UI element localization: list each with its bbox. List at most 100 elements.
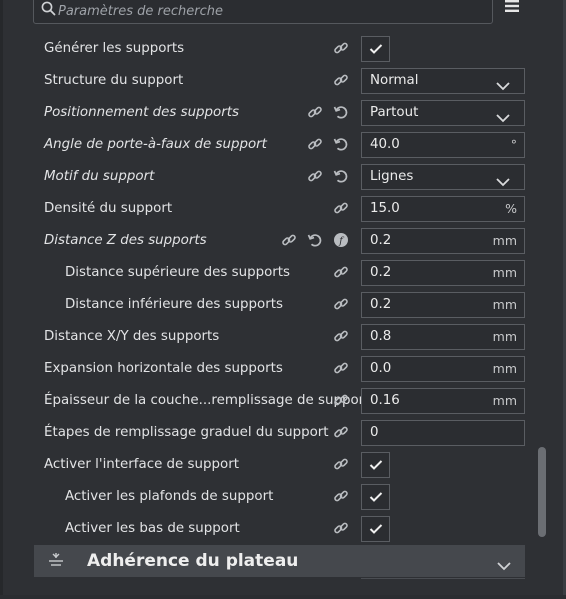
setting-value: Normal	[370, 73, 419, 88]
setting-select[interactable]: Lignes	[361, 164, 525, 190]
link-icon[interactable]	[333, 392, 351, 410]
setting-label: Activer l'interface de support	[44, 457, 239, 472]
setting-input[interactable]: 0.16 mm	[361, 388, 525, 414]
setting-row: Épaisseur de la couche...remplissage de …	[0, 385, 540, 417]
setting-label: Activer les bas de support	[65, 521, 240, 536]
setting-input[interactable]: 0.2 mm	[361, 292, 525, 318]
setting-unit: mm	[492, 265, 517, 280]
setting-label: Épaisseur de la couche...remplissage de …	[44, 393, 370, 408]
link-icon[interactable]	[333, 520, 351, 538]
setting-label: Activer les plafonds de support	[65, 489, 274, 504]
reset-icon[interactable]	[333, 168, 351, 186]
setting-checkbox[interactable]	[361, 452, 390, 478]
setting-checkbox[interactable]	[361, 516, 390, 542]
link-icon[interactable]	[333, 360, 351, 378]
setting-value: 0.0	[370, 361, 392, 376]
section-title: Adhérence du plateau	[87, 551, 299, 571]
chevron-down-icon	[496, 172, 510, 191]
link-icon[interactable]	[333, 296, 351, 314]
setting-row: Structure du support Normal	[0, 65, 540, 97]
setting-value: 0.16	[370, 393, 400, 408]
setting-unit: mm	[492, 361, 517, 376]
setting-value: Lignes	[370, 169, 414, 184]
setting-label: Distance Z des supports	[44, 233, 207, 248]
link-icon[interactable]	[307, 168, 325, 186]
setting-value: 0.2	[370, 233, 392, 248]
setting-checkbox[interactable]	[361, 36, 390, 62]
setting-row: Densité du support 15.0%	[0, 193, 540, 225]
setting-unit: mm	[492, 297, 517, 312]
setting-row: Positionnement des supports Partout	[0, 97, 540, 129]
setting-select[interactable]: Partout	[361, 100, 525, 126]
setting-row: Étapes de remplissage graduel du support…	[0, 417, 540, 449]
search-box[interactable]	[33, 0, 493, 24]
setting-input[interactable]: 0.8 mm	[361, 324, 525, 350]
setting-value: 0.2	[370, 297, 392, 312]
setting-value: 40.0	[370, 137, 400, 152]
setting-row: Motif du support Lignes	[0, 161, 540, 193]
setting-value: Partout	[370, 105, 419, 120]
setting-unit: °	[510, 137, 517, 152]
setting-label: Générer les supports	[44, 41, 185, 56]
setting-value: 0.8	[370, 329, 392, 344]
reset-icon[interactable]	[333, 104, 351, 122]
setting-input[interactable]: 0.2 mm	[361, 228, 525, 254]
link-icon[interactable]	[333, 264, 351, 282]
setting-input[interactable]: 0	[361, 420, 525, 446]
setting-unit: mm	[492, 393, 517, 408]
setting-unit: %	[505, 201, 517, 216]
link-icon[interactable]	[333, 40, 351, 58]
setting-label: Expansion horizontale des supports	[44, 361, 283, 376]
setting-label: Positionnement des supports	[44, 105, 239, 120]
setting-label: Distance supérieure des supports	[65, 265, 291, 280]
chevron-down-icon	[496, 108, 510, 127]
menu-icon[interactable]	[504, 0, 524, 18]
chevron-down-icon	[496, 76, 510, 95]
setting-row: Distance Z des supports f 0.2 mm	[0, 225, 540, 257]
link-icon[interactable]	[333, 328, 351, 346]
setting-value: 15.0	[370, 201, 400, 216]
link-icon[interactable]	[307, 104, 325, 122]
setting-label: Angle de porte-à-faux de support	[44, 137, 267, 152]
link-icon[interactable]	[333, 424, 351, 442]
setting-label: Densité du support	[44, 201, 173, 216]
setting-label: Étapes de remplissage graduel du support	[44, 425, 329, 440]
setting-row: Distance X/Y des supports 0.8 mm	[0, 321, 540, 353]
link-icon[interactable]	[281, 232, 299, 250]
setting-value: 0.2	[370, 265, 392, 280]
bed-adhesion-icon	[47, 553, 65, 573]
setting-label: Structure du support	[44, 73, 184, 88]
setting-input[interactable]: 40.0 °	[361, 132, 525, 158]
setting-row: Distance inférieure des supports 0.2 mm	[0, 289, 540, 321]
search-input[interactable]	[56, 0, 480, 23]
search-icon	[41, 1, 56, 20]
setting-value: 0	[370, 425, 379, 440]
scrollbar-thumb[interactable]	[538, 447, 546, 537]
function-icon[interactable]: f	[333, 232, 351, 250]
setting-row: Activer l'interface de support	[0, 449, 540, 481]
setting-row: Activer les plafonds de support	[0, 481, 540, 513]
reset-icon[interactable]	[307, 232, 325, 250]
setting-label: Distance X/Y des supports	[44, 329, 220, 344]
setting-select[interactable]: Normal	[361, 68, 525, 94]
link-icon[interactable]	[333, 488, 351, 506]
reset-icon[interactable]	[333, 136, 351, 154]
setting-checkbox[interactable]	[361, 484, 390, 510]
link-icon[interactable]	[333, 456, 351, 474]
setting-row: Expansion horizontale des supports 0.0 mm	[0, 353, 540, 385]
setting-input[interactable]: 0.2 mm	[361, 260, 525, 286]
setting-input[interactable]: 15.0%	[361, 196, 525, 222]
section-header-bed-adhesion[interactable]: Adhérence du plateau	[34, 545, 525, 577]
link-icon[interactable]	[333, 200, 351, 218]
link-icon[interactable]	[333, 72, 351, 90]
link-icon[interactable]	[307, 136, 325, 154]
setting-row: Générer les supports	[0, 33, 540, 65]
setting-unit: mm	[492, 233, 517, 248]
next-field-edge	[361, 578, 525, 599]
setting-row: Distance supérieure des supports 0.2 mm	[0, 257, 540, 289]
setting-row: Activer les bas de support	[0, 513, 540, 545]
setting-unit: mm	[492, 329, 517, 344]
setting-label: Distance inférieure des supports	[65, 297, 283, 312]
setting-input[interactable]: 0.0 mm	[361, 356, 525, 382]
setting-label: Motif du support	[44, 169, 155, 184]
